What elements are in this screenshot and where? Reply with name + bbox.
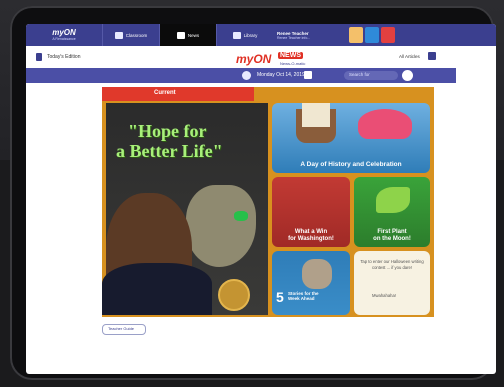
avatar-icon[interactable] bbox=[349, 27, 363, 43]
grid-icon[interactable] bbox=[428, 52, 436, 60]
nav-news-label: News bbox=[187, 32, 200, 38]
classroom-icon bbox=[114, 31, 123, 39]
current-date[interactable]: Monday Oct 14, 2019 bbox=[257, 72, 305, 78]
calendar-picker-icon[interactable] bbox=[304, 71, 312, 79]
brand-tagline: News-O-matic bbox=[280, 61, 306, 66]
logo-text: myON bbox=[52, 27, 76, 37]
nav-classroom-label: Classroom bbox=[125, 32, 148, 38]
user-info[interactable]: Renee Teacher Renee Teacher info... bbox=[273, 24, 347, 46]
notifications-icon[interactable] bbox=[381, 27, 395, 43]
date-toggle-icon[interactable] bbox=[242, 71, 251, 80]
hero-title-line2: a Better Life" bbox=[116, 141, 223, 161]
africa-map bbox=[186, 185, 256, 267]
brand-news: NEWS bbox=[278, 52, 303, 59]
nav-classroom[interactable]: Classroom bbox=[102, 24, 159, 46]
tile-halloween[interactable]: Tap to enter our Halloween writing conte… bbox=[354, 251, 430, 315]
nav-library[interactable]: Library bbox=[216, 24, 273, 46]
tile-history-caption: A Day of History and Celebration bbox=[300, 161, 402, 168]
teacher-guide-button[interactable]: Teacher Guide bbox=[102, 324, 146, 335]
hero-article[interactable]: "Hope for a Better Life" bbox=[102, 103, 268, 315]
tile-plant-caption: First Plant on the Moon! bbox=[354, 229, 430, 243]
logo-subtitle: A Renaissance bbox=[52, 36, 76, 41]
mynews-logo: myON NEWS News-O-matic bbox=[236, 50, 320, 66]
todays-edition[interactable]: Today's Edition bbox=[47, 54, 80, 60]
myon-logo[interactable]: myON A Renaissance bbox=[26, 24, 102, 46]
search-input[interactable]: Search for bbox=[344, 71, 398, 80]
stories-label: Stories for the Week Ahead bbox=[288, 291, 319, 301]
caption-line1: First Plant bbox=[377, 229, 407, 235]
nav-news[interactable]: News bbox=[159, 24, 216, 46]
user-email: Renee Teacher info... bbox=[277, 35, 311, 40]
app-screen: myON A Renaissance Classroom News Librar… bbox=[26, 24, 496, 374]
tile-stories[interactable]: 5 Stories for the Week Ahead bbox=[272, 251, 350, 315]
nobel-medal bbox=[218, 279, 250, 311]
search-icon[interactable] bbox=[402, 70, 413, 81]
top-navigation: myON A Renaissance Classroom News Librar… bbox=[26, 24, 496, 46]
hero-title-line1: "Hope for bbox=[128, 121, 207, 141]
dog-image bbox=[302, 259, 332, 289]
edition-bar: Today's Edition myON NEWS News-O-matic A… bbox=[26, 46, 496, 68]
tile-washington-caption: What a Win for Washington! bbox=[272, 229, 350, 243]
calendar-icon bbox=[36, 53, 42, 61]
brand-my: myON bbox=[236, 52, 272, 66]
date-bar: Monday Oct 14, 2019 Search for bbox=[26, 68, 456, 83]
news-content: Current "Hope for a Better Life" A Day o… bbox=[102, 87, 434, 317]
tile-washington[interactable]: What a Win for Washington! bbox=[272, 177, 350, 247]
halloween-message: Tap to enter our Halloween writing conte… bbox=[360, 259, 424, 270]
section-title: Current bbox=[154, 90, 176, 96]
all-articles-link[interactable]: All Articles bbox=[399, 54, 420, 59]
caption-line2: for Washington! bbox=[288, 236, 334, 242]
headdress-image bbox=[358, 109, 412, 139]
teacher-guide-label: Teacher Guide bbox=[108, 326, 135, 331]
halloween-signature: Mwahahaha! bbox=[372, 293, 396, 298]
stories-count: 5 bbox=[276, 289, 284, 305]
ethiopia-highlight bbox=[234, 211, 248, 221]
news-icon bbox=[176, 31, 185, 39]
nav-library-label: Library bbox=[243, 32, 258, 38]
tile-plant[interactable]: First Plant on the Moon! bbox=[354, 177, 430, 247]
caption-line1: What a Win bbox=[294, 229, 328, 235]
sail-image bbox=[302, 103, 330, 127]
library-icon bbox=[232, 31, 241, 39]
reading-icon[interactable] bbox=[365, 27, 379, 43]
caption-line2: on the Moon! bbox=[373, 236, 411, 242]
plant-image bbox=[376, 187, 410, 213]
tablet-frame: myON A Renaissance Classroom News Librar… bbox=[10, 6, 496, 380]
search-placeholder: Search for bbox=[349, 72, 370, 77]
tile-history[interactable]: A Day of History and Celebration bbox=[272, 103, 430, 173]
suit-shape bbox=[102, 263, 212, 315]
section-header: Current bbox=[102, 87, 254, 101]
